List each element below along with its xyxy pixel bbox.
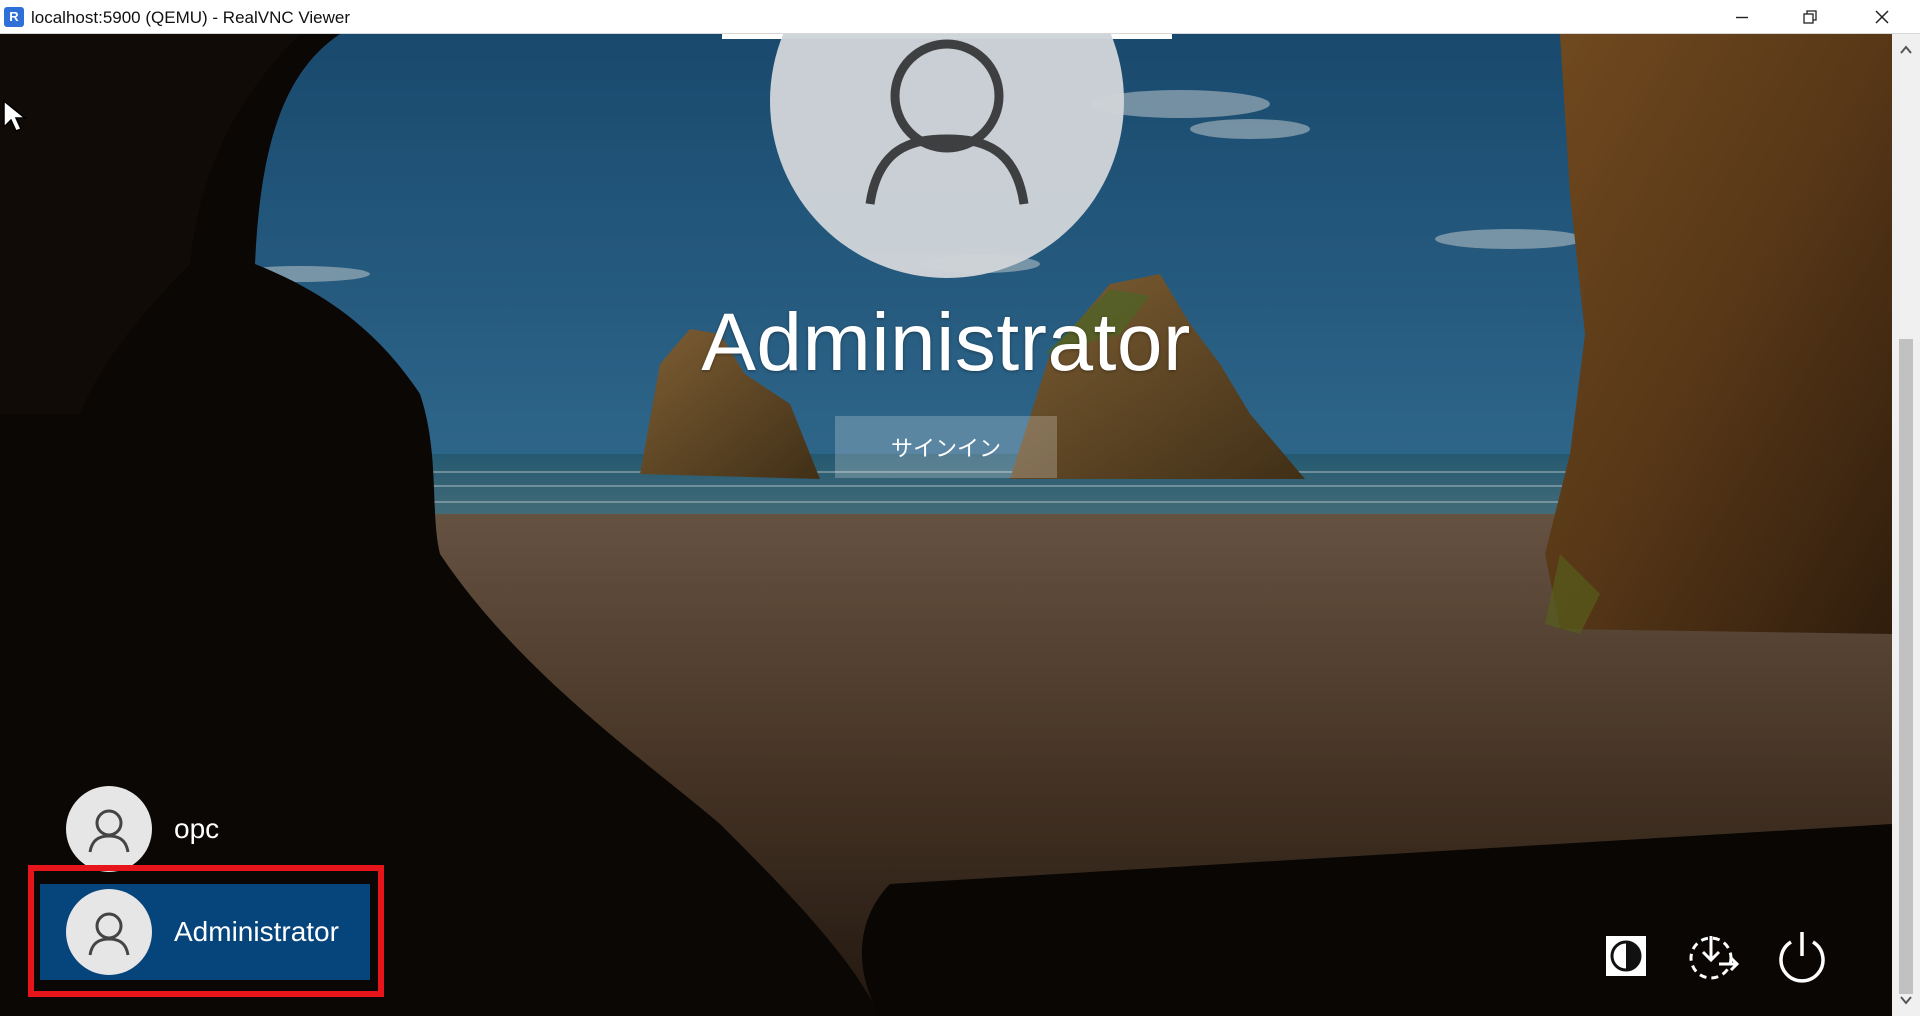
power-button[interactable] [1774, 928, 1830, 984]
user-tile-opc[interactable]: opc [40, 781, 370, 877]
selected-user-name: Administrator [701, 297, 1191, 388]
vertical-scrollbar[interactable] [1892, 34, 1920, 1016]
window-title: localhost:5900 (QEMU) - RealVNC Viewer [31, 8, 351, 27]
ease-of-access-icon [1606, 936, 1646, 976]
user-silhouette-icon [88, 809, 130, 853]
realvnc-app-icon: R [4, 7, 24, 27]
power-icon [1779, 932, 1825, 983]
close-icon [1875, 10, 1889, 24]
user-silhouette-icon [865, 39, 1029, 205]
user-avatar-large [770, 34, 1124, 278]
window-title-bar[interactable]: R localhost:5900 (QEMU) - RealVNC Viewer [0, 0, 1920, 34]
ease-of-access-button[interactable] [1598, 928, 1654, 984]
user-tile-label: opc [174, 813, 220, 844]
user-avatar [66, 786, 152, 872]
restore-icon [1803, 10, 1817, 24]
minimize-button[interactable] [1708, 0, 1776, 34]
annotation-highlight-box [28, 865, 384, 997]
restore-button[interactable] [1776, 0, 1844, 34]
scroll-down-icon[interactable] [1898, 992, 1914, 1008]
scrollbar-thumb[interactable] [1899, 339, 1913, 994]
sign-in-button[interactable]: サインイン [835, 416, 1057, 478]
remote-desktop-view[interactable]: Administrator サインイン opc Administrator [0, 34, 1892, 1016]
mouse-cursor-icon [3, 99, 28, 132]
close-button[interactable] [1848, 0, 1916, 34]
minimize-icon [1736, 16, 1748, 19]
network-icon [1689, 936, 1740, 980]
scroll-up-icon[interactable] [1898, 42, 1914, 58]
network-button[interactable] [1685, 928, 1741, 984]
